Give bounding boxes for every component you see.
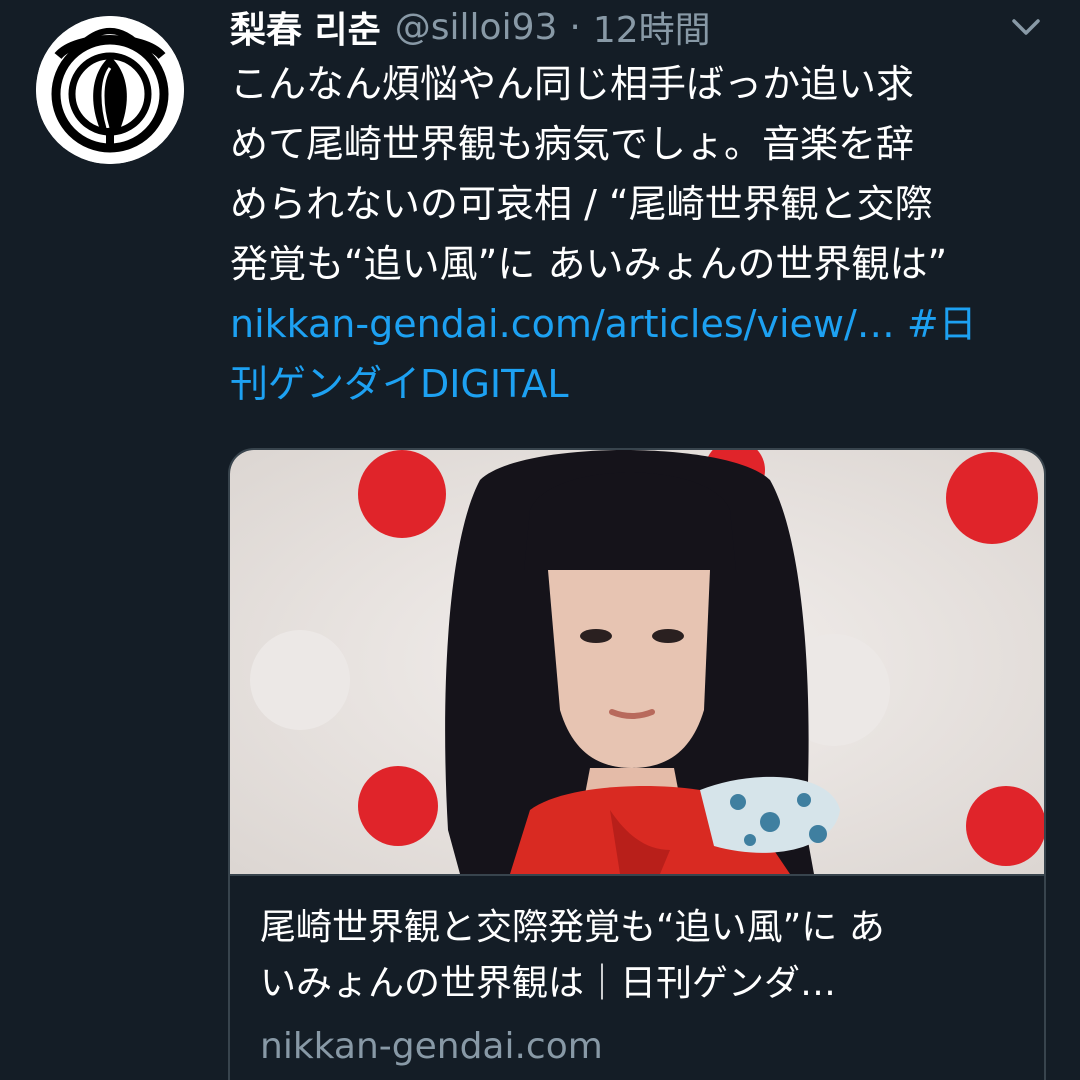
tweet-text: こんなん煩悩やん同じ相手ばっか追い求 めて尾崎世界観も病気でしょ。音楽を辞 めら… [230, 54, 1030, 414]
timestamp[interactable]: 12時間 [593, 1, 711, 53]
chevron-down-icon[interactable] [1008, 12, 1044, 42]
tweet-text-line: めて尾崎世界観も病気でしょ。音楽を辞 [230, 122, 915, 166]
card-title-line: いみょんの世界観は｜日刊ゲンダ… [260, 963, 837, 1004]
link-preview-card[interactable]: 尾崎世界観と交際発覚も“追い風”に あ いみょんの世界観は｜日刊ゲンダ… nik… [228, 448, 1046, 1080]
tweet-text-line: 発覚も“追い風”に あいみょんの世界観は” [230, 242, 948, 286]
article-link[interactable]: nikkan-gendai.com/articles/view/… #日 [230, 294, 1030, 354]
tweet-text-line: められないの可哀相 / “尾崎世界観と交際 [230, 182, 933, 226]
card-domain: nikkan-gendai.com [260, 1026, 603, 1067]
avatar[interactable] [36, 16, 184, 164]
crest-logo-icon [36, 16, 184, 164]
card-image[interactable] [230, 450, 1044, 874]
hashtag-link[interactable]: 刊ゲンダイDIGITAL [230, 354, 1030, 414]
card-divider [230, 874, 1044, 876]
user-handle[interactable]: @silloi93 [395, 7, 558, 48]
display-name[interactable]: 梨春 리춘 [230, 1, 381, 53]
card-title-line: 尾崎世界観と交際発覚も“追い風”に あ [260, 907, 885, 948]
tweet[interactable]: 梨春 리춘 @silloi93 · 12時間 こんなん煩悩やん同じ相手ばっか追い… [0, 0, 1080, 1080]
tweet-header: 梨春 리춘 @silloi93 · 12時間 [230, 2, 1010, 52]
card-title[interactable]: 尾崎世界観と交際発覚も“追い風”に あ いみょんの世界観は｜日刊ゲンダ… [260, 900, 1020, 1012]
tweet-text-line: こんなん煩悩やん同じ相手ばっか追い求 [230, 62, 915, 106]
separator-dot: · [569, 6, 581, 48]
